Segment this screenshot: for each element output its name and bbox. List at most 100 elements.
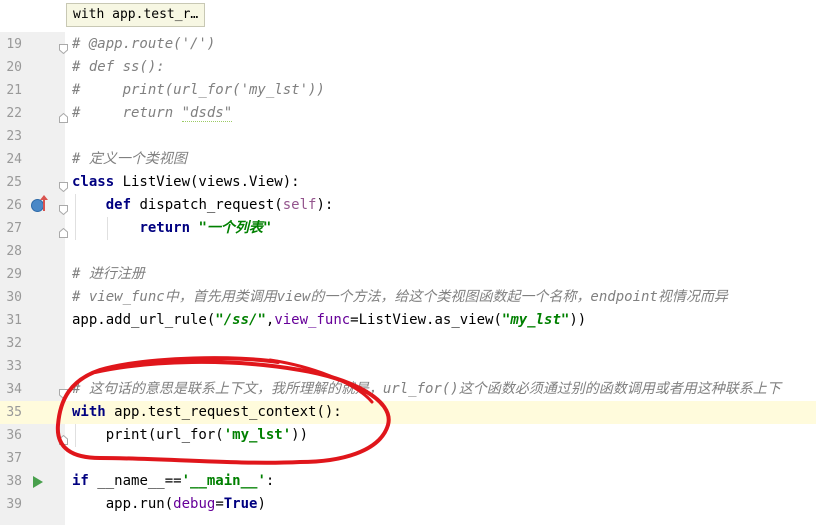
code-token: =ListView.as_view( [350,312,502,328]
code-text[interactable]: # view_func中，首先用类调用view的一个方法，给这个类视图函数起一个… [72,286,728,309]
code-line[interactable]: 19 # @app.route('/') [0,33,816,56]
line-number: 24 [6,152,22,167]
code-token: True [223,496,258,512]
breadcrumb-bar: with app.test_r… [0,0,816,32]
indent-guide [75,424,76,447]
code-text[interactable]: return "一个列表" [72,217,271,240]
fold-marker-icon[interactable] [59,200,68,216]
code-token: )) [291,427,309,443]
code-line[interactable]: 38 if __name__=='__main__': [0,470,816,493]
breadcrumb[interactable]: with app.test_r… [66,3,206,27]
code-text[interactable]: # 定义一个类视图 [72,148,187,171]
code-token: __name__== [97,473,182,489]
code-text[interactable]: app.run(debug=True) [72,493,266,516]
fold-marker-icon[interactable] [59,384,68,400]
code-text[interactable]: app.add_url_rule("/ss/",view_func=ListVi… [72,309,586,332]
code-line[interactable]: 26 def dispatch_request(self): [0,194,816,217]
code-line[interactable]: 27 return "一个列表" [0,217,816,240]
code-line[interactable]: 20 # def ss(): [0,56,816,79]
code-text[interactable]: if __name__=='__main__': [72,470,274,493]
code-token: # @app.route('/') [72,36,216,52]
code-token: 'my_lst' [223,427,292,443]
line-number: 25 [6,175,22,190]
fold-marker-icon[interactable] [59,223,68,238]
code-line[interactable]: 35 with app.test_request_context(): [0,401,816,424]
code-token: class [72,174,123,190]
code-token: ) [257,496,266,512]
line-number: 33 [6,359,22,374]
fold-marker-icon[interactable] [59,108,68,123]
code-token: app.add_url_rule( [72,312,216,328]
code-line[interactable]: 28 [0,240,816,263]
code-text[interactable]: class ListView(views.View): [72,171,300,194]
code-token: with [72,404,115,420]
line-number: 32 [6,336,22,351]
code-token: # def ss(): [72,59,165,75]
code-token: self [282,197,317,213]
indent-guide [75,194,76,240]
code-line[interactable]: 24 # 定义一个类视图 [0,148,816,171]
code-line[interactable]: 30 # view_func中，首先用类调用view的一个方法，给这个类视图函数起… [0,286,816,309]
code-token: # 进行注册 [72,266,145,282]
line-number: 29 [6,267,22,282]
fold-marker-icon[interactable] [59,177,68,193]
line-number: 22 [6,106,22,121]
line-number: 28 [6,244,22,259]
code-text[interactable]: with app.test_request_context(): [72,401,342,424]
code-line[interactable]: 33 [0,355,816,378]
code-line[interactable]: 23 [0,125,816,148]
code-text[interactable]: # 进行注册 [72,263,145,286]
code-line[interactable]: 25 class ListView(views.View): [0,171,816,194]
code-token: "my_lst" [501,312,570,328]
code-token: return [139,220,199,236]
line-number: 21 [6,83,22,98]
line-number: 34 [6,382,22,397]
fold-marker-icon[interactable] [59,39,68,55]
line-number: 27 [6,221,22,236]
line-number: 26 [6,198,22,213]
line-number: 38 [6,474,22,489]
code-text[interactable]: def dispatch_request(self): [72,194,334,217]
code-text[interactable]: # print(url_for('my_lst')) [72,79,325,102]
code-token: : [265,473,275,489]
code-line[interactable]: 31 app.add_url_rule("/ss/",view_func=List… [0,309,816,332]
code-token: view_func [274,312,351,328]
line-number: 23 [6,129,22,144]
line-number: 37 [6,451,22,466]
code-token: ListView(views.View): [122,174,300,190]
line-number: 39 [6,497,22,512]
code-line[interactable]: 37 [0,447,816,470]
code-line[interactable]: 34 # 这句话的意思是联系上下文，我所理解的就是，url_for()这个函数必须… [0,378,816,401]
code-token: if [72,473,98,489]
code-token: '__main__' [181,473,266,489]
code-line[interactable]: 32 [0,332,816,355]
code-token: # view_func中，首先用类调用view的一个方法，给这个类视图函数起一个… [72,289,728,305]
code-text[interactable]: # 这句话的意思是联系上下文，我所理解的就是，url_for()这个函数必须通过… [72,378,781,401]
code-text[interactable]: print(url_for('my_lst')) [72,424,308,447]
code-line[interactable]: 39 app.run(debug=True) [0,493,816,516]
code-text[interactable]: # @app.route('/') [72,33,215,56]
code-token: "dsds" [181,105,233,122]
code-text[interactable]: # return "dsds" [72,102,233,125]
code-line[interactable]: 29 # 进行注册 [0,263,816,286]
code-line[interactable]: 36 print(url_for('my_lst')) [0,424,816,447]
override-arrow-icon [40,195,48,211]
code-token: dispatch_request( [139,197,283,213]
code-token: "一个列表" [198,220,272,236]
code-token: # return [72,105,182,121]
code-text[interactable]: # def ss(): [72,56,165,79]
line-number: 30 [6,290,22,305]
indent-guide [107,217,108,240]
code-token: = [215,496,224,512]
line-number: 36 [6,428,22,443]
fold-marker-icon[interactable] [59,430,68,445]
code-line[interactable]: 21 # print(url_for('my_lst')) [0,79,816,102]
code-token: debug [173,496,216,512]
line-number: 19 [6,37,22,52]
run-icon[interactable] [33,476,43,488]
code-token: # print(url_for('my_lst')) [72,82,325,98]
code-token: "/ss/" [215,312,266,328]
line-number: 35 [6,405,22,420]
code-line[interactable]: 22 # return "dsds" [0,102,816,125]
